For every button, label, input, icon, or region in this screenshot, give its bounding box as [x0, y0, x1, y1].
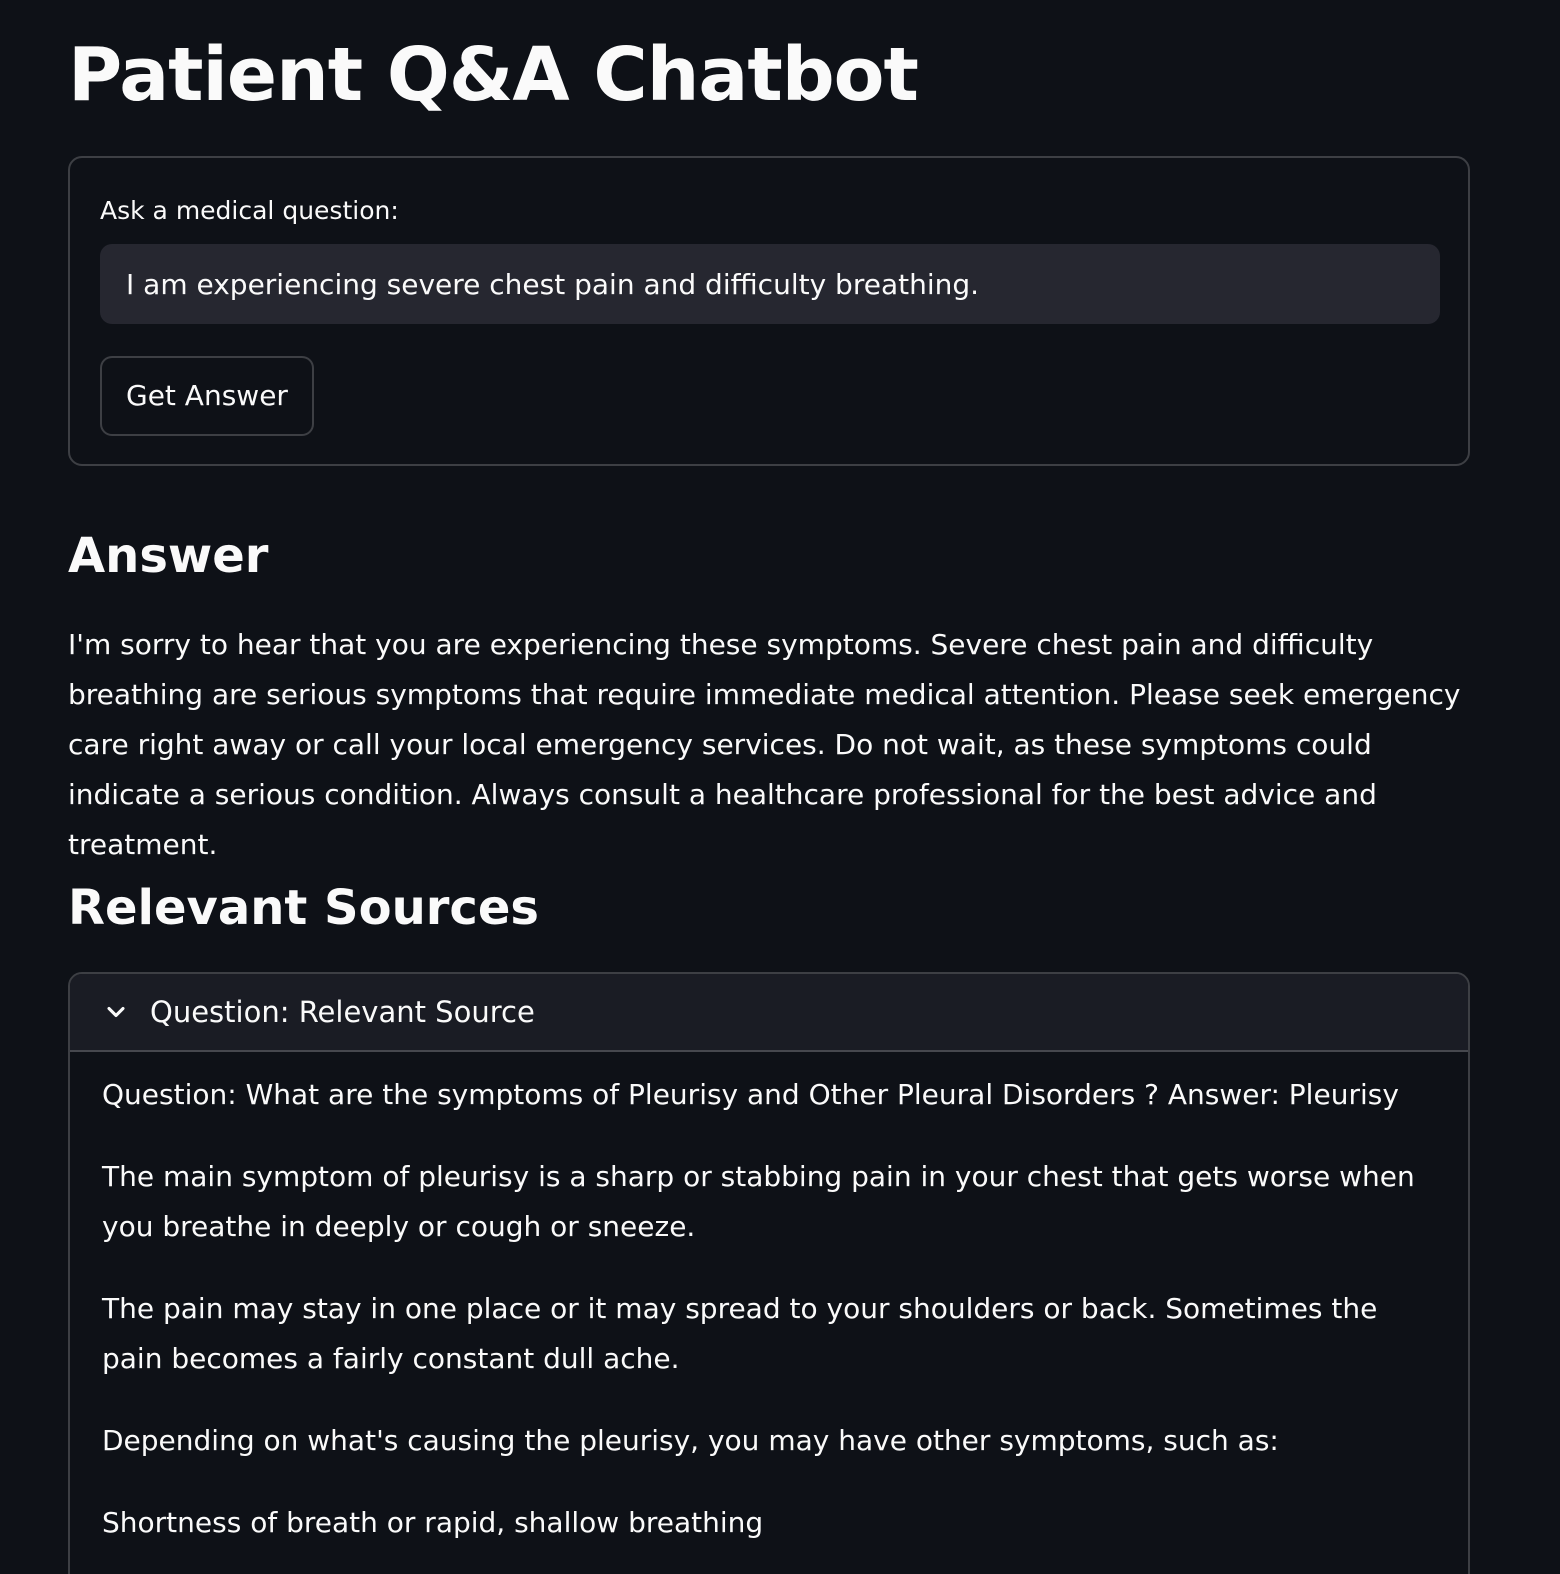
source-paragraph: Question: What are the symptoms of Pleur…: [102, 1078, 1399, 1111]
chevron-down-icon: [107, 1006, 125, 1018]
page-title: Patient Q&A Chatbot: [68, 32, 919, 118]
source-expander: Question: Relevant Source Question: What…: [68, 972, 1470, 1574]
answer-text: I'm sorry to hear that you are experienc…: [68, 628, 1461, 861]
source-paragraph: Shortness of breath or rapid, shallow br…: [102, 1506, 764, 1539]
question-label: Ask a medical question:: [100, 196, 399, 225]
source-paragraph: The pain may stay in one place or it may…: [102, 1292, 1378, 1375]
question-form: Ask a medical question: Get Answer: [68, 156, 1470, 466]
source-expander-body: Question: What are the symptoms of Pleur…: [70, 1052, 1468, 1548]
source-paragraph: The main symptom of pleurisy is a sharp …: [102, 1160, 1415, 1243]
sources-heading: Relevant Sources: [68, 880, 539, 936]
question-input[interactable]: [100, 244, 1440, 324]
answer-heading: Answer: [68, 528, 269, 584]
app-page: Patient Q&A Chatbot Ask a medical questi…: [0, 0, 1560, 1574]
get-answer-button[interactable]: Get Answer: [100, 356, 314, 436]
source-expander-title: Question: Relevant Source: [150, 995, 535, 1029]
source-expander-header[interactable]: Question: Relevant Source: [70, 974, 1468, 1052]
source-paragraph: Depending on what's causing the pleurisy…: [102, 1424, 1279, 1457]
